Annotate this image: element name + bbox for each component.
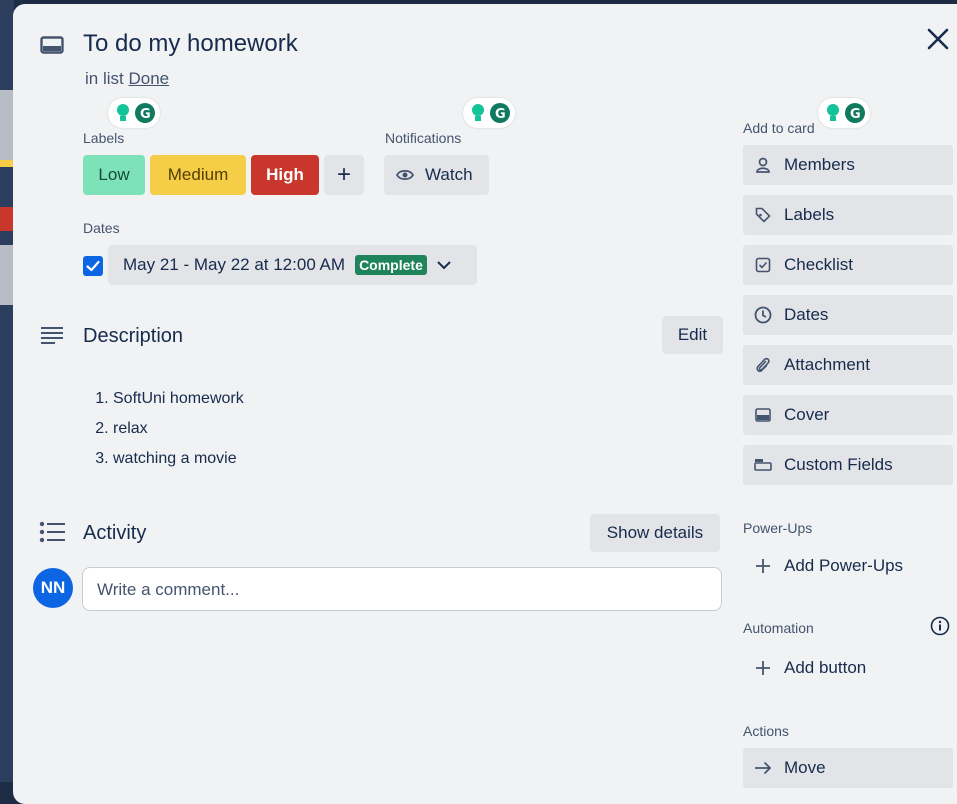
- card-icon: [40, 36, 64, 54]
- custom-fields-label: Custom Fields: [784, 455, 893, 474]
- description-list[interactable]: SoftUni homework relax watching a movie: [95, 384, 244, 474]
- person-icon: [756, 157, 770, 173]
- labels-heading: Labels: [83, 130, 125, 146]
- members-button[interactable]: Members: [743, 145, 953, 185]
- grammarly-widget[interactable]: G: [108, 98, 160, 128]
- move-button[interactable]: Move: [743, 748, 953, 788]
- list-info: in list Done: [85, 69, 169, 89]
- card-detail-modal: To do my homework in list Done G G G Lab…: [13, 4, 957, 804]
- plus-icon: [756, 559, 770, 573]
- grammarly-widget[interactable]: G: [818, 98, 870, 128]
- svg-text:G: G: [850, 107, 861, 122]
- complete-badge: Complete: [355, 255, 427, 275]
- show-details-button[interactable]: Show details: [590, 514, 720, 552]
- add-powerups-button[interactable]: Add Power-Ups: [743, 546, 953, 586]
- add-to-card-heading: Add to card: [743, 120, 815, 136]
- dates-label: Dates: [784, 305, 829, 324]
- cover-button[interactable]: Cover: [743, 395, 953, 435]
- notifications-heading: Notifications: [385, 130, 462, 146]
- close-icon[interactable]: [925, 26, 951, 52]
- automation-heading: Automation: [743, 620, 814, 636]
- list-item: watching a movie: [113, 444, 244, 474]
- checkmark-icon: [86, 260, 100, 272]
- tag-icon: [755, 207, 771, 223]
- checklist-button[interactable]: Checklist: [743, 245, 953, 285]
- list-link[interactable]: Done: [128, 69, 169, 88]
- watch-button[interactable]: Watch: [384, 155, 489, 195]
- cover-label: Cover: [784, 405, 830, 424]
- checklist-label: Checklist: [784, 255, 853, 274]
- due-date-button[interactable]: May 21 - May 22 at 12:00 AM Complete: [108, 245, 477, 285]
- background-card: [0, 90, 14, 160]
- arrow-right-icon: [755, 761, 772, 775]
- background-label: [0, 207, 14, 231]
- activity-heading: Activity: [83, 522, 147, 544]
- comment-input[interactable]: Write a comment...: [82, 567, 722, 611]
- labels-label: Labels: [784, 205, 835, 224]
- grammarly-icon: G: [827, 103, 865, 123]
- chevron-down-icon: [437, 261, 451, 270]
- background-label: [0, 160, 14, 167]
- in-list-prefix: in list: [85, 69, 124, 88]
- description-heading: Description: [83, 325, 184, 347]
- list-item: relax: [113, 414, 244, 444]
- add-automation-button[interactable]: Add button: [743, 648, 953, 688]
- attachment-button[interactable]: Attachment: [743, 345, 953, 385]
- powerups-heading: Power-Ups: [743, 520, 813, 536]
- add-button-label: Add button: [784, 658, 867, 677]
- attachment-label: Attachment: [784, 355, 870, 374]
- card-title[interactable]: To do my homework: [83, 30, 298, 58]
- svg-text:G: G: [140, 107, 151, 122]
- date-range: May 21 - May 22 at 12:00 AM: [123, 255, 346, 274]
- date-complete-checkbox[interactable]: [83, 256, 103, 276]
- members-label: Members: [784, 155, 855, 174]
- activity-icon: [39, 521, 65, 543]
- eye-icon: [396, 169, 414, 181]
- plus-icon: [756, 661, 770, 675]
- label-low[interactable]: Low: [83, 155, 145, 195]
- add-label-button[interactable]: +: [324, 155, 364, 195]
- info-icon[interactable]: [930, 616, 950, 636]
- list-item: SoftUni homework: [113, 384, 244, 414]
- watch-label: Watch: [425, 165, 473, 184]
- grammarly-icon: G: [472, 103, 510, 123]
- cover-icon: [755, 408, 771, 422]
- clock-icon: [754, 306, 772, 324]
- dates-button[interactable]: Dates: [743, 295, 953, 335]
- plus-icon: +: [336, 161, 351, 188]
- edit-description-button[interactable]: Edit: [662, 316, 723, 354]
- background-card: [0, 245, 14, 305]
- label-medium[interactable]: Medium: [150, 155, 246, 195]
- labels-button[interactable]: Labels: [743, 195, 953, 235]
- description-icon: [41, 327, 63, 344]
- label-high[interactable]: High: [251, 155, 319, 195]
- paperclip-icon: [756, 357, 770, 373]
- fields-icon: [754, 459, 772, 471]
- svg-text:G: G: [495, 107, 506, 122]
- checkbox-icon: [755, 257, 771, 273]
- custom-fields-button[interactable]: Custom Fields: [743, 445, 953, 485]
- actions-heading: Actions: [743, 723, 789, 739]
- add-powerups-label: Add Power-Ups: [784, 556, 904, 575]
- move-label: Move: [784, 758, 826, 777]
- avatar[interactable]: NN: [33, 568, 73, 608]
- grammarly-widget[interactable]: G: [463, 98, 515, 128]
- grammarly-icon: G: [117, 103, 155, 123]
- dates-heading: Dates: [83, 220, 120, 236]
